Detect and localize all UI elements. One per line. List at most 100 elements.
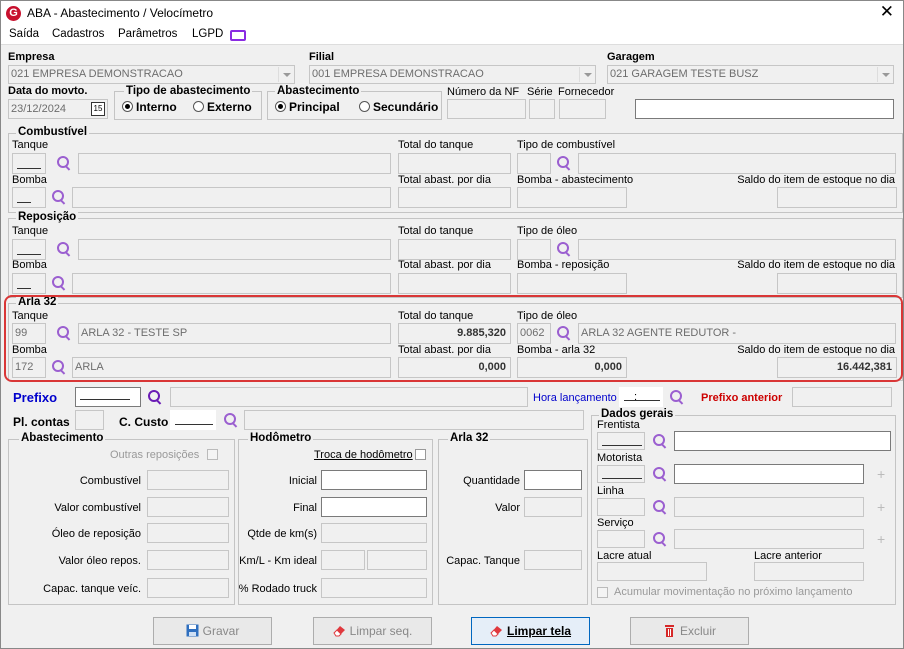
filial-select[interactable]: 001 EMPRESA DEMONSTRACAO [309,65,596,84]
frentista-code[interactable] [597,432,645,450]
oleo-reposicao-label: Óleo de reposição [51,528,141,540]
search-icon[interactable] [556,155,572,171]
prefixo-desc [170,387,528,407]
acumular-label: Acumular movimentação no próximo lançame… [614,586,853,598]
lacre-atual-field[interactable] [597,562,707,581]
prefixo-anterior-label: Prefixo anterior [701,392,783,404]
hora-lancamento-field[interactable]: : [619,387,663,407]
search-icon[interactable] [652,499,668,515]
inicial-field[interactable] [321,470,427,490]
kml-label: Km/L - Km ideal [239,555,317,567]
kml-field [321,550,365,570]
garagem-label: Garagem [607,51,655,63]
c-custo-field[interactable] [170,410,216,430]
menu-lgpd[interactable]: LGPD [192,28,223,40]
rep-bomba-code[interactable] [12,273,46,294]
tipo-abastecimento-label: Tipo de abastecimento [124,85,253,97]
add-servico-icon[interactable]: + [877,531,885,547]
capac-tanque-arla-field[interactable] [524,550,582,570]
excluir-button[interactable]: Excluir [630,617,749,645]
close-button[interactable]: ✕ [880,3,894,21]
search-icon[interactable] [56,155,72,171]
trash-icon [664,625,674,637]
rep-bomba-desc [72,273,391,294]
serie-label: Série [527,86,553,98]
rep-tipo-code[interactable] [517,239,551,260]
eraser-icon [490,626,502,637]
search-icon[interactable] [51,189,67,205]
search-icon[interactable] [652,531,668,547]
fornecedor-field[interactable] [635,99,894,119]
linha-code[interactable] [597,498,645,516]
valor-oleo-field[interactable] [147,550,229,570]
comb-total-tanque-label: Total do tanque [398,139,474,151]
garagem-select[interactable]: 021 GARAGEM TESTE BUSZ [607,65,894,84]
final-label: Final [293,502,317,514]
radio-secundario[interactable]: Secundário [359,100,438,114]
arla-box-title: Arla 32 [448,432,491,444]
search-icon[interactable] [669,389,685,405]
lacre-anterior-field [754,562,864,581]
inicial-label: Inicial [288,475,317,487]
troca-hodometro-checkbox[interactable] [415,449,426,460]
comb-tipo-label: Tipo de combustível [517,139,616,151]
pl-contas-field[interactable] [75,410,104,430]
frentista-desc[interactable] [674,431,891,451]
comb-bomba-code[interactable] [12,187,46,208]
calendar-icon[interactable]: 15 [91,102,105,116]
search-icon[interactable] [556,241,572,257]
gravar-button[interactable]: Gravar [153,617,272,645]
final-field[interactable] [321,497,427,517]
valor-combustivel-field[interactable] [147,497,229,517]
prefixo-field[interactable] [75,387,141,407]
menu-parametros[interactable]: Parâmetros [118,28,177,40]
nf-label: Número da NF [447,86,520,98]
empresa-label: Empresa [8,51,55,63]
comb-tanque-code[interactable] [12,153,46,174]
serie-field[interactable] [529,99,555,119]
quantidade-field[interactable] [524,470,582,490]
rep-tipo-desc [578,239,896,260]
motorista-label: Motorista [597,452,643,464]
valor-field[interactable] [524,497,582,517]
combustivel-field[interactable] [147,470,229,490]
comb-bomba-abast-label: Bomba - abastecimento [517,174,634,186]
acumular-checkbox[interactable] [597,587,608,598]
capac-tanque-field[interactable] [147,578,229,598]
radio-principal[interactable]: Principal [275,100,340,114]
data-movto-field[interactable]: 23/12/2024 15 [8,99,108,119]
search-icon[interactable] [51,275,67,291]
search-icon[interactable] [652,433,668,449]
arla-box-group [438,439,588,605]
radio-interno[interactable]: Interno [122,100,177,114]
search-icon[interactable] [147,389,163,405]
valor-label: Valor [495,502,520,514]
radio-externo[interactable]: Externo [193,100,252,114]
rep-tanque-code[interactable] [12,239,46,260]
search-icon[interactable] [652,466,668,482]
limpar-seq-button[interactable]: Limpar seq. [313,617,432,645]
search-icon[interactable] [223,412,239,428]
comb-saldo [777,187,897,208]
add-linha-icon[interactable]: + [877,499,885,515]
search-icon[interactable] [56,241,72,257]
servico-code[interactable] [597,530,645,548]
title-bar: G ABA - Abastecimento / Velocímetro ✕ [1,1,903,25]
oleo-reposicao-field[interactable] [147,523,229,543]
empresa-select[interactable]: 021 EMPRESA DEMONSTRACAO [8,65,295,84]
motorista-desc[interactable] [674,464,864,484]
linha-desc [674,497,864,517]
rep-total-tanque [398,239,511,260]
menu-cadastros[interactable]: Cadastros [52,28,104,40]
add-motorista-icon[interactable]: + [877,466,885,482]
outras-reposicoes-checkbox[interactable] [207,449,218,460]
nf-field[interactable] [447,99,526,119]
fornecedor-code-field[interactable] [559,99,606,119]
menu-saida[interactable]: Saída [9,28,39,40]
pl-contas-label: Pl. contas [13,415,70,429]
limpar-tela-button[interactable]: Limpar tela [471,617,590,645]
reposicao-title: Reposição [16,211,79,223]
monitor-icon[interactable] [226,27,250,43]
motorista-code[interactable] [597,465,645,483]
comb-tipo-code[interactable] [517,153,551,174]
